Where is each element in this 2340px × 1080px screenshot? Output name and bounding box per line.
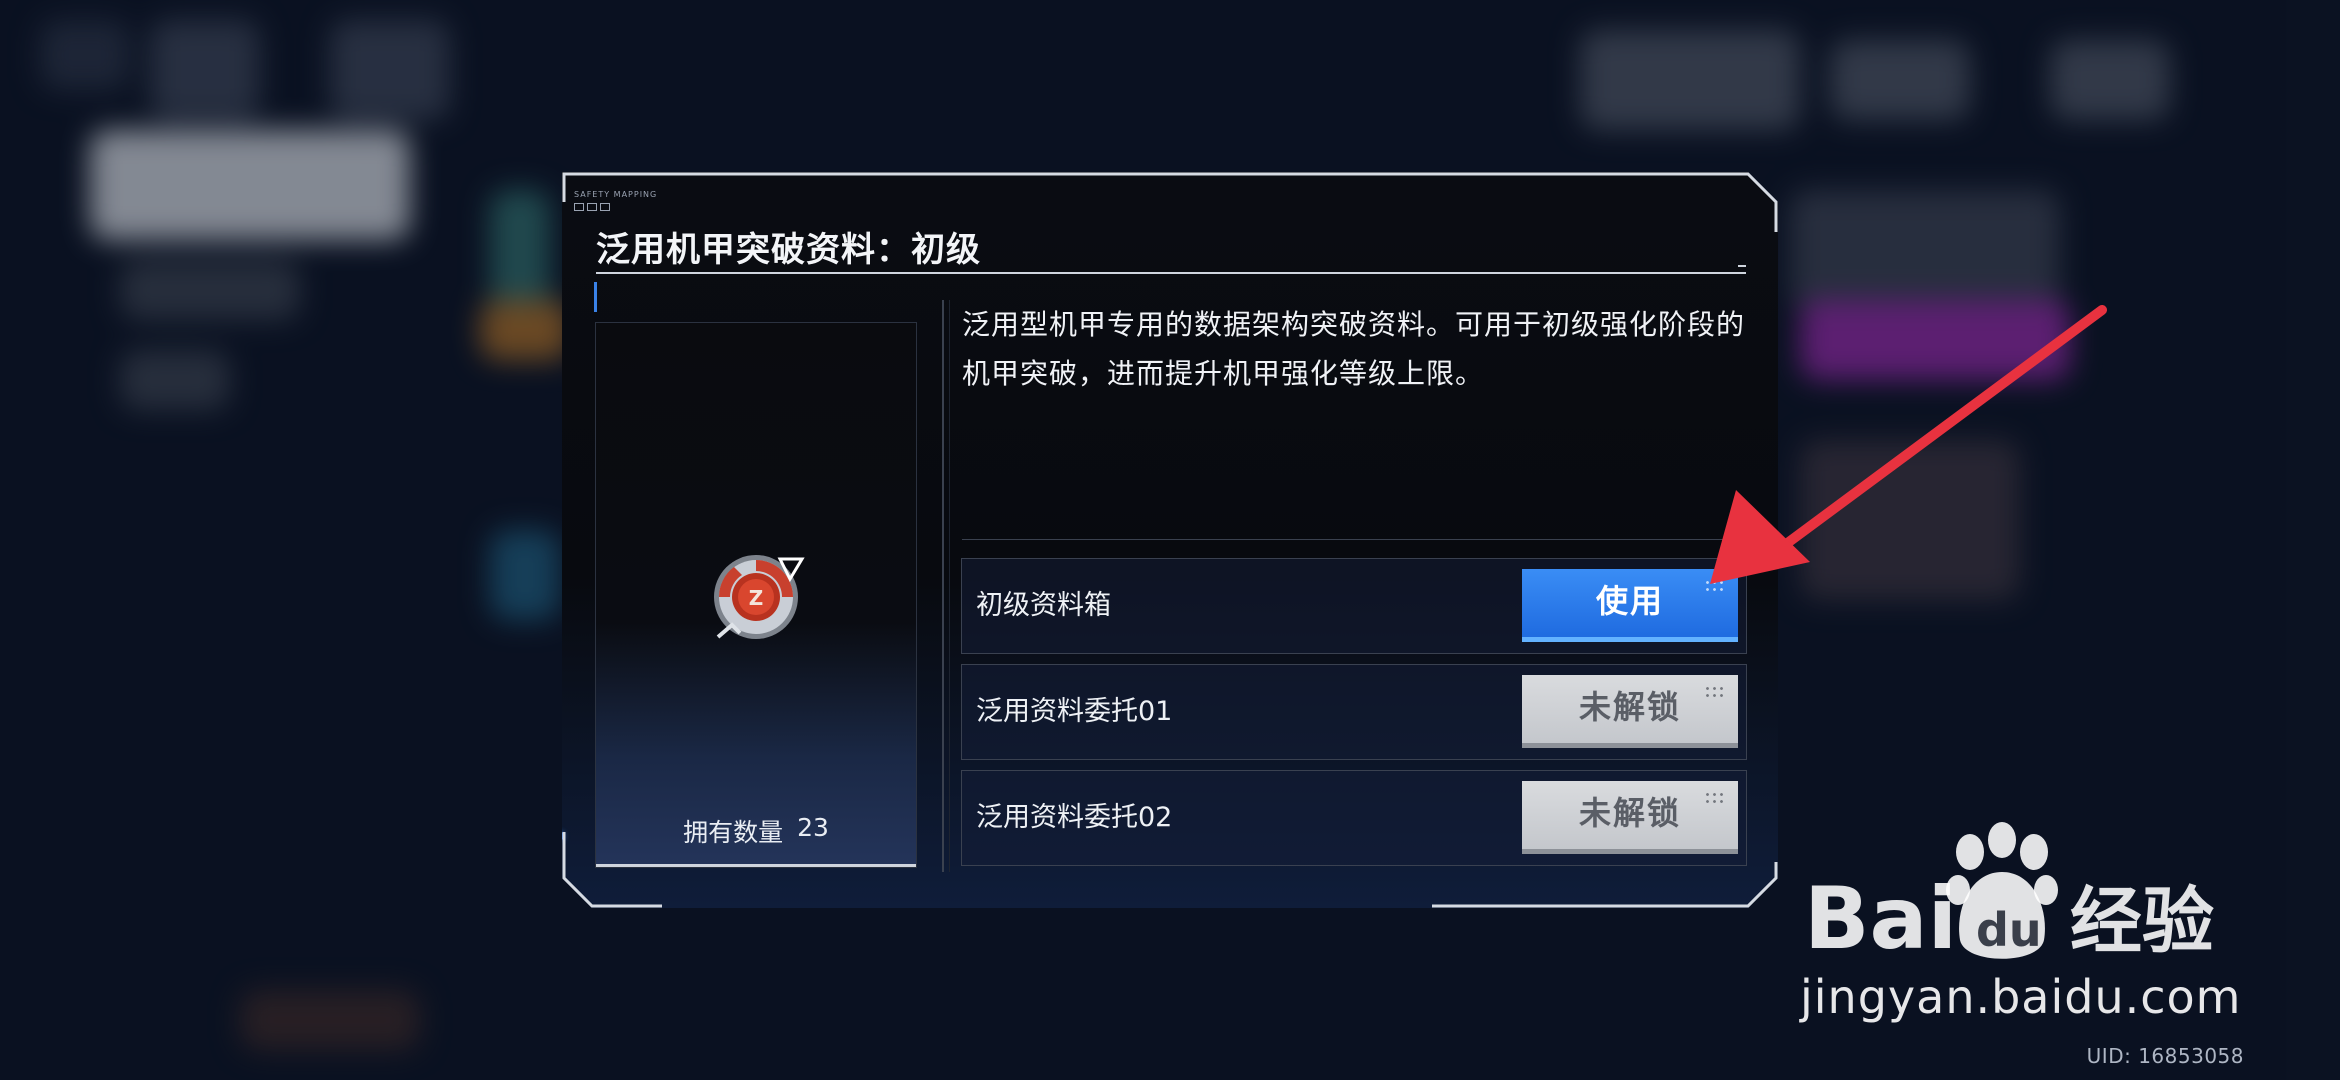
panel-divider-shadow <box>949 300 950 872</box>
button-dots-icon <box>1704 791 1724 805</box>
locked-button-label: 未解锁 <box>1578 688 1681 726</box>
user-id: UID: 16853058 <box>2086 1044 2244 1068</box>
svg-text:Z: Z <box>749 586 764 610</box>
item-quantity-label: 拥有数量 <box>683 818 784 847</box>
item-detail-dialog: SAFETY MAPPING 泛用机甲突破资料：初级 Z 拥有数量 23 泛用型… <box>562 172 1778 908</box>
dialog-tag-dots <box>574 203 657 211</box>
dialog-tag-text: SAFETY MAPPING <box>574 190 658 199</box>
source-label: 初级资料箱 <box>976 590 1111 621</box>
watermark-url: jingyan.baidu.com <box>1800 970 2242 1024</box>
use-button[interactable]: 使用 <box>1522 569 1738 642</box>
button-dots-icon <box>1704 579 1724 593</box>
description-divider <box>962 539 1752 540</box>
dialog-title: 泛用机甲突破资料：初级 <box>596 230 981 270</box>
locked-button-label: 未解锁 <box>1578 794 1681 832</box>
item-quantity-value: 23 <box>797 813 829 842</box>
title-divider-tick <box>1738 265 1746 267</box>
use-button-label: 使用 <box>1595 582 1664 620</box>
locked-button[interactable]: 未解锁 <box>1522 675 1738 748</box>
item-card: Z 拥有数量 23 <box>595 322 917 868</box>
source-row-basic-box: 初级资料箱 使用 <box>961 558 1747 654</box>
dialog-corner-tag: SAFETY MAPPING <box>574 190 657 211</box>
mech-breakthrough-chip-icon: Z <box>714 555 805 639</box>
title-divider <box>596 272 1746 274</box>
item-quantity: 拥有数量 23 <box>596 813 916 849</box>
item-card-accent <box>594 282 597 312</box>
locked-button[interactable]: 未解锁 <box>1522 781 1738 854</box>
item-description: 泛用型机甲专用的数据架构突破资料。可用于初级强化阶段的机甲突破，进而提升机甲强化… <box>962 308 1746 390</box>
source-row-commission-01: 泛用资料委托01 未解锁 <box>961 664 1747 760</box>
source-row-commission-02: 泛用资料委托02 未解锁 <box>961 770 1747 866</box>
item-quantity-underline <box>596 864 916 867</box>
panel-divider <box>942 300 944 872</box>
source-label: 泛用资料委托01 <box>976 696 1173 727</box>
button-dots-icon <box>1704 685 1724 699</box>
source-label: 泛用资料委托02 <box>976 802 1173 833</box>
